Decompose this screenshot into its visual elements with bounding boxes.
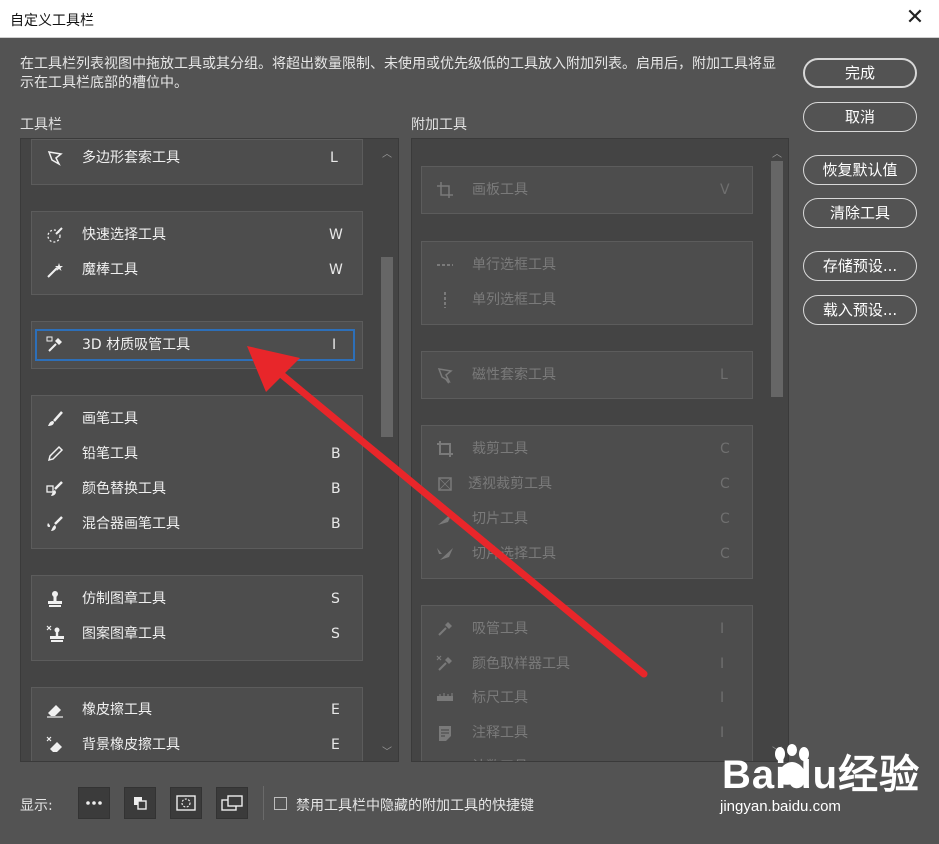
watermark-brand: Baidu经验 xyxy=(722,753,921,797)
watermark-url: jingyan.baidu.com xyxy=(720,798,841,815)
watermark: Baidu经验 jingyan.baidu.com xyxy=(720,742,932,826)
annotation-arrow xyxy=(247,346,648,678)
